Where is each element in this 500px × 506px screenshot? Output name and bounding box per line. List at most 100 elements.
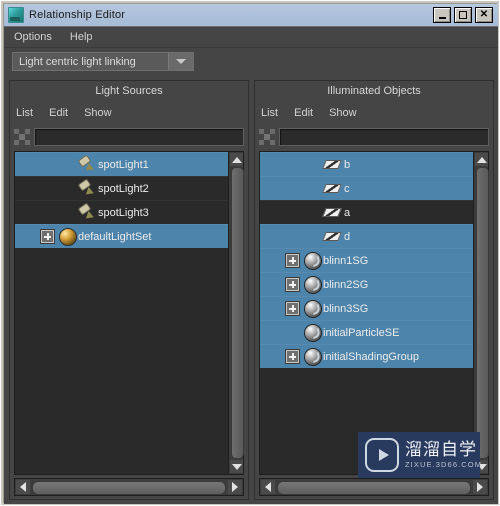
right-menu-list[interactable]: List (261, 107, 278, 119)
watermark-text: 溜溜自学 ZIXUE.3D66.COM (405, 439, 483, 470)
left-pane-menu: List Edit Show (16, 107, 128, 119)
scroll-down-icon[interactable] (230, 460, 243, 473)
mesh-icon (324, 206, 342, 219)
list-item-label: blinn1SG (323, 254, 369, 267)
play-button-icon (365, 438, 399, 472)
filter-move-icon[interactable] (14, 129, 30, 145)
list-item-label: c (344, 182, 350, 195)
list-item[interactable]: spotLight3 (15, 200, 228, 224)
left-filter-input[interactable] (34, 128, 244, 146)
list-item[interactable]: blinn3SG (260, 296, 473, 320)
expand-plus-icon[interactable] (286, 254, 299, 267)
left-horizontal-scrollbar[interactable] (14, 478, 244, 496)
shader-icon (305, 324, 321, 341)
list-item-label: defaultLightSet (78, 230, 152, 243)
relationship-editor-window: Relationship Editor ✕ Options Help Light… (0, 0, 500, 506)
list-item[interactable]: defaultLightSet (15, 224, 228, 248)
left-hscroll-thumb[interactable] (32, 481, 226, 495)
window-controls: ✕ (433, 7, 498, 23)
list-item[interactable]: blinn1SG (260, 248, 473, 272)
list-item[interactable]: spotLight2 (15, 176, 228, 200)
right-menu-edit[interactable]: Edit (294, 107, 313, 119)
menu-help[interactable]: Help (70, 31, 93, 43)
expand-plus-icon[interactable] (41, 230, 54, 243)
list-item-label: blinn3SG (323, 302, 369, 315)
right-vscroll-thumb[interactable] (476, 167, 489, 459)
list-item[interactable]: blinn2SG (260, 272, 473, 296)
scroll-left-icon[interactable] (261, 480, 275, 494)
scroll-right-icon[interactable] (473, 480, 487, 494)
list-item-label: spotLight2 (98, 182, 149, 195)
left-list[interactable]: spotLight1 spotLight2 spotLight3 defaultLig… (15, 152, 228, 474)
watermark: 溜溜自学 ZIXUE.3D66.COM (358, 432, 483, 478)
spot-light-icon (79, 157, 96, 172)
title-bar[interactable]: Relationship Editor ✕ (4, 4, 498, 26)
maximize-button[interactable] (454, 7, 472, 23)
maximize-icon (459, 11, 467, 19)
scroll-right-icon[interactable] (228, 480, 242, 494)
scroll-up-icon[interactable] (230, 153, 243, 166)
left-menu-list[interactable]: List (16, 107, 33, 119)
mesh-icon (324, 230, 342, 243)
list-item[interactable]: b (260, 152, 473, 176)
menu-options[interactable]: Options (14, 31, 52, 43)
list-item[interactable]: d (260, 224, 473, 248)
right-pane-menu: List Edit Show (261, 107, 373, 119)
left-menu-edit[interactable]: Edit (49, 107, 68, 119)
right-list-container: b c a d blinn1SG blinn2SG blinn3SG initialParti… (259, 151, 489, 475)
close-button[interactable]: ✕ (475, 7, 493, 23)
watermark-cn: 溜溜自学 (405, 439, 477, 459)
shader-icon (305, 252, 321, 269)
list-item-label: b (344, 158, 351, 171)
scroll-left-icon[interactable] (16, 480, 30, 494)
left-pane-title: Light Sources (95, 85, 163, 97)
mode-dropdown[interactable]: Light centric light linking (12, 52, 194, 71)
list-item-label: spotLight1 (98, 158, 149, 171)
list-item-label: spotLight3 (98, 206, 149, 219)
close-icon: ✕ (479, 9, 489, 20)
scroll-up-icon[interactable] (475, 153, 488, 166)
shader-icon (305, 348, 321, 365)
window-title: Relationship Editor (29, 9, 126, 21)
right-menu-show[interactable]: Show (329, 107, 357, 119)
filter-move-icon[interactable] (259, 129, 275, 145)
mode-row: Light centric light linking (4, 49, 498, 75)
right-hscroll-thumb[interactable] (277, 481, 471, 495)
right-list[interactable]: b c a d blinn1SG blinn2SG blinn3SG initialParti… (260, 152, 473, 474)
list-item[interactable]: initialParticleSE (260, 320, 473, 344)
mesh-icon (324, 182, 342, 195)
spot-light-icon (79, 181, 96, 196)
light-set-icon (60, 228, 76, 245)
left-menu-show[interactable]: Show (84, 107, 112, 119)
right-horizontal-scrollbar[interactable] (259, 478, 489, 496)
mode-dropdown-value: Light centric light linking (19, 55, 136, 68)
minimize-icon (438, 17, 446, 19)
list-item-label: initialShadingGroup (323, 350, 420, 363)
expand-plus-icon[interactable] (286, 278, 299, 291)
spot-light-icon (79, 205, 96, 220)
left-vscroll-thumb[interactable] (231, 167, 244, 459)
mesh-icon (324, 158, 342, 171)
minimize-button[interactable] (433, 7, 451, 23)
shader-icon (305, 276, 321, 293)
expand-plus-icon[interactable] (286, 350, 299, 363)
app-icon (8, 7, 24, 23)
right-filter-row (259, 126, 489, 148)
watermark-en: ZIXUE.3D66.COM (405, 460, 483, 470)
list-item-label: blinn2SG (323, 278, 369, 291)
left-list-container: spotLight1 spotLight2 spotLight3 defaultLig… (14, 151, 244, 475)
right-filter-input[interactable] (279, 128, 489, 146)
right-pane-title: Illuminated Objects (327, 85, 421, 97)
main-menu-bar: Options Help (4, 27, 498, 48)
left-vertical-scrollbar[interactable] (228, 152, 244, 474)
screenshot-root: Relationship Editor ✕ Options Help Light… (0, 0, 500, 506)
right-vertical-scrollbar[interactable] (473, 152, 489, 474)
list-item[interactable]: initialShadingGroup (260, 344, 473, 368)
chevron-down-icon[interactable] (168, 53, 193, 70)
list-item[interactable]: spotLight1 (15, 152, 228, 176)
expand-plus-icon[interactable] (286, 302, 299, 315)
shader-icon (305, 300, 321, 317)
list-item[interactable]: c (260, 176, 473, 200)
light-sources-pane: Light Sources List Edit Show spotLight1 s… (9, 80, 249, 500)
list-item[interactable]: a (260, 200, 473, 224)
